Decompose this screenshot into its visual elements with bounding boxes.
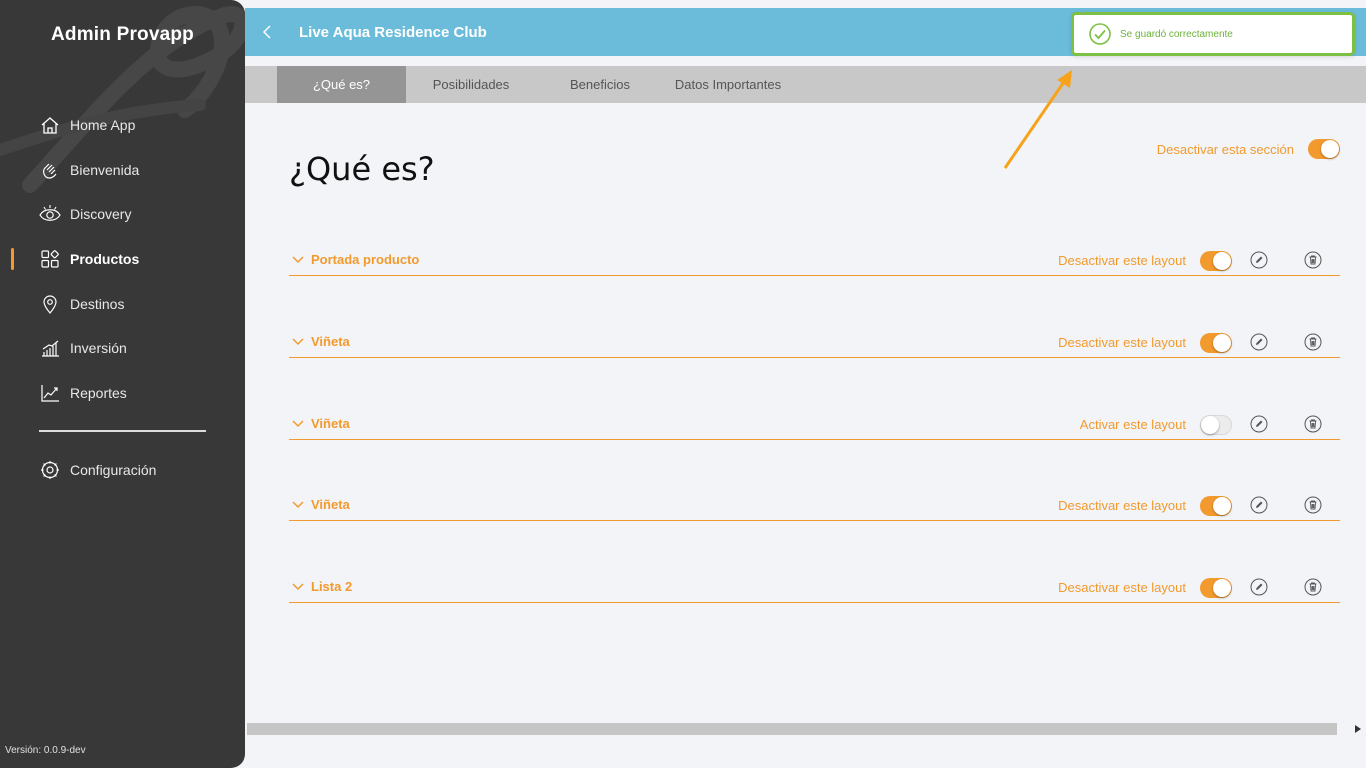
toggle-knob: [1213, 252, 1231, 270]
layout-row: Lista 2 Desactivar este layout: [289, 573, 1340, 603]
version-text: Versión: 0.0.9-dev: [5, 745, 86, 756]
sidebar-item-label: Bienvenida: [70, 161, 140, 178]
edit-pencil-icon[interactable]: [1250, 578, 1268, 596]
toggle-knob: [1321, 140, 1339, 158]
tab-datos-importantes[interactable]: Datos Importantes: [665, 66, 791, 103]
sidebar-divider: [39, 430, 206, 432]
chevron-down-icon[interactable]: [291, 417, 305, 431]
hand-wave-icon: [39, 159, 61, 181]
layout-row: Viñeta Desactivar este layout: [289, 328, 1340, 358]
grid-icon: [39, 248, 61, 270]
edit-pencil-icon[interactable]: [1250, 333, 1268, 351]
sidebar-item-label: Configuración: [70, 462, 157, 479]
bar-chart-icon: [39, 337, 61, 359]
back-chevron-icon[interactable]: [257, 21, 279, 43]
sidebar-item-label: Inversión: [70, 340, 127, 357]
tab-que-es[interactable]: ¿Qué es?: [277, 66, 406, 103]
sidebar-item-productos[interactable]: Productos: [0, 237, 245, 282]
gear-icon: [39, 459, 61, 481]
trash-icon[interactable]: [1304, 415, 1322, 433]
chevron-down-icon[interactable]: [291, 580, 305, 594]
layout-name[interactable]: Viñeta: [311, 334, 350, 349]
scroll-right-arrow-icon[interactable]: [1352, 723, 1364, 735]
section-tabs: ¿Qué es? Posibilidades Beneficios Datos …: [245, 66, 1366, 103]
sidebar-item-discovery[interactable]: Discovery: [0, 192, 245, 237]
sidebar-item-inversion[interactable]: Inversión: [0, 326, 245, 371]
layout-toggle-switch[interactable]: [1200, 578, 1232, 598]
layout-name[interactable]: Portada producto: [311, 252, 419, 267]
success-toast: Se guardó correctamente: [1071, 12, 1355, 56]
trash-icon[interactable]: [1304, 333, 1322, 351]
tab-posibilidades[interactable]: Posibilidades: [411, 66, 531, 103]
sidebar-item-label: Destinos: [70, 295, 125, 312]
layout-name[interactable]: Lista 2: [311, 579, 352, 594]
layout-name[interactable]: Viñeta: [311, 497, 350, 512]
line-chart-icon: [39, 382, 61, 404]
layout-row: Viñeta Activar este layout: [289, 410, 1340, 440]
trash-icon[interactable]: [1304, 578, 1322, 596]
trash-icon[interactable]: [1304, 251, 1322, 269]
brand-title: Admin Provapp: [50, 24, 194, 45]
edit-pencil-icon[interactable]: [1250, 251, 1268, 269]
sidebar-item-reportes[interactable]: Reportes: [0, 371, 245, 416]
sidebar-item-label: Discovery: [70, 206, 132, 223]
chevron-down-icon[interactable]: [291, 335, 305, 349]
section-toggle-label: Desactivar esta sección: [1156, 141, 1294, 157]
section-toggle-group: Desactivar esta sección: [1157, 139, 1340, 159]
page-title: ¿Qué es?: [289, 150, 435, 188]
map-pin-icon: [39, 293, 61, 315]
sidebar-item-configuracion[interactable]: Configuración: [0, 448, 245, 493]
layout-toggle-label: Desactivar este layout: [1058, 253, 1186, 268]
layout-toggle-label: Activar este layout: [1079, 417, 1186, 432]
sidebar-item-label: Reportes: [70, 384, 127, 401]
section-toggle-switch[interactable]: [1308, 139, 1340, 159]
check-circle-icon: [1089, 23, 1111, 45]
toggle-knob: [1201, 416, 1219, 434]
toggle-knob: [1213, 334, 1231, 352]
chevron-down-icon[interactable]: [291, 253, 305, 267]
sidebar-item-bienvenida[interactable]: Bienvenida: [0, 148, 245, 193]
layout-toggle-switch[interactable]: [1200, 333, 1232, 353]
trash-icon[interactable]: [1304, 496, 1322, 514]
layout-toggle-switch[interactable]: [1200, 415, 1232, 435]
toast-message: Se guardó correctamente: [1120, 28, 1233, 40]
layout-toggle-label: Desactivar este layout: [1058, 498, 1186, 513]
sidebar-item-label: Home App: [70, 117, 136, 134]
sidebar-item-destinos[interactable]: Destinos: [0, 281, 245, 326]
home-icon: [39, 114, 61, 136]
layout-row: Viñeta Desactivar este layout: [289, 491, 1340, 521]
sidebar-nav: Home App Bienvenida Discovery Productos …: [0, 103, 245, 415]
toggle-knob: [1213, 497, 1231, 515]
page-header-title: Live Aqua Residence Club: [299, 23, 487, 41]
chevron-down-icon[interactable]: [291, 498, 305, 512]
edit-pencil-icon[interactable]: [1250, 415, 1268, 433]
edit-pencil-icon[interactable]: [1250, 496, 1268, 514]
sidebar: Admin Provapp Home App Bienvenida Discov…: [0, 0, 245, 768]
eye-icon: [39, 203, 61, 225]
layout-name[interactable]: Viñeta: [311, 416, 350, 431]
layout-row: Portada producto Desactivar este layout: [289, 246, 1340, 276]
layout-toggle-label: Desactivar este layout: [1058, 335, 1186, 350]
tab-beneficios[interactable]: Beneficios: [545, 66, 655, 103]
toggle-knob: [1213, 579, 1231, 597]
sidebar-item-label: Productos: [70, 251, 140, 268]
sidebar-item-home-app[interactable]: Home App: [0, 103, 245, 148]
layout-toggle-switch[interactable]: [1200, 251, 1232, 271]
sidebar-config: Configuración: [0, 448, 245, 493]
horizontal-scrollbar[interactable]: [247, 723, 1337, 735]
layout-toggle-switch[interactable]: [1200, 496, 1232, 516]
layout-toggle-label: Desactivar este layout: [1058, 580, 1186, 595]
